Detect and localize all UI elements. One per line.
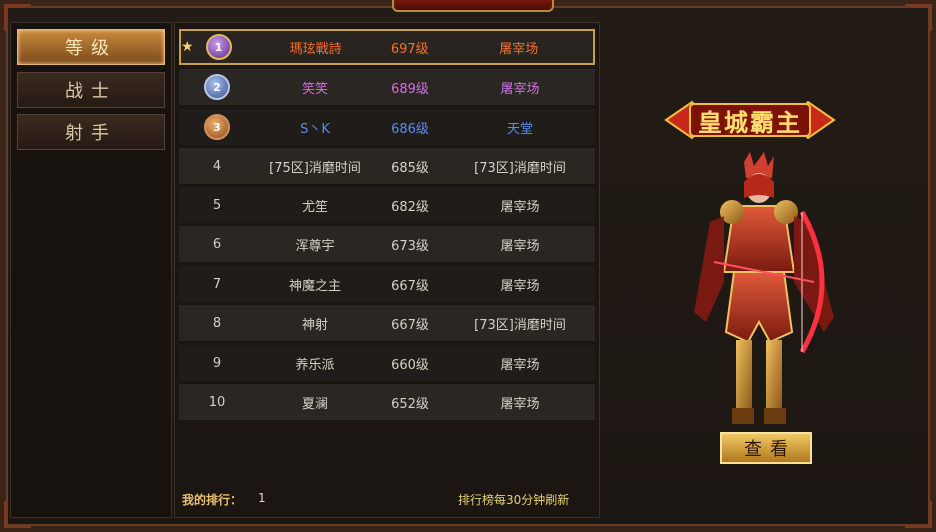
ranking-row[interactable]: ★ 1 瑪玹戰詩 697级 屠宰场 bbox=[179, 29, 595, 65]
player-server: 屠宰场 bbox=[500, 238, 540, 254]
player-level: 652级 bbox=[391, 396, 429, 412]
category-tab-level[interactable]: 等级 bbox=[17, 29, 165, 65]
gold-medal-icon: 1 bbox=[205, 34, 232, 60]
player-name: 浑尊宇 bbox=[295, 238, 335, 254]
view-button[interactable]: 查看 bbox=[720, 432, 812, 464]
player-level: 686级 bbox=[391, 121, 429, 137]
player-server: 屠宰场 bbox=[499, 41, 539, 57]
player-name: 尤笙 bbox=[301, 199, 328, 215]
silver-medal-icon: 2 bbox=[204, 74, 230, 100]
champion-title: 皇城霸主 bbox=[698, 107, 802, 137]
rank-cell: 2 bbox=[179, 74, 255, 100]
ranking-row[interactable]: 10 夏澜 652级 屠宰场 bbox=[179, 384, 595, 420]
ranking-row[interactable]: 8 神射 667级 [73区]消磨时间 bbox=[179, 305, 595, 341]
ranking-row[interactable]: 2 笑笑 689级 屠宰场 bbox=[179, 69, 595, 105]
rank-number: 7 bbox=[212, 276, 222, 292]
ranking-table: ★ 1 瑪玹戰詩 697级 屠宰场 2 笑笑 689级 屠宰场 3 S丶K 68… bbox=[174, 22, 600, 518]
player-name: 神射 bbox=[301, 317, 328, 333]
category-tab-archer[interactable]: 射手 bbox=[17, 114, 165, 150]
category-tab-warrior[interactable]: 战士 bbox=[17, 72, 165, 108]
rank-number: 6 bbox=[212, 236, 222, 252]
player-name: 笑笑 bbox=[301, 81, 328, 97]
player-name: 神魔之主 bbox=[288, 278, 341, 294]
window-title-tab bbox=[392, 0, 554, 12]
player-name: 养乐派 bbox=[295, 357, 335, 373]
player-server: 天堂 bbox=[506, 121, 533, 137]
player-level: 697级 bbox=[390, 41, 429, 57]
ranking-row[interactable]: 6 浑尊宇 673级 屠宰场 bbox=[179, 226, 595, 262]
player-level: 667级 bbox=[391, 278, 429, 294]
rank-cell: ★ 1 bbox=[181, 34, 256, 60]
my-rank-label: 我的排行： bbox=[182, 493, 243, 507]
player-name: 瑪玹戰詩 bbox=[289, 41, 342, 57]
champion-title-banner: 皇城霸主 bbox=[662, 92, 838, 148]
player-level: 667级 bbox=[391, 317, 429, 333]
player-level: 685级 bbox=[391, 160, 429, 176]
player-server: 屠宰场 bbox=[500, 357, 540, 373]
player-level: 682级 bbox=[391, 199, 429, 215]
player-name: S丶K bbox=[300, 121, 330, 137]
player-level: 660级 bbox=[391, 357, 429, 373]
rank-number: 9 bbox=[212, 355, 222, 371]
player-level: 673级 bbox=[391, 238, 429, 254]
player-level: 689级 bbox=[391, 81, 429, 97]
ranking-row[interactable]: 5 尤笙 682级 屠宰场 bbox=[179, 187, 595, 223]
my-rank-value: 1 bbox=[258, 491, 266, 505]
rank-cell: 3 bbox=[179, 114, 255, 140]
bronze-medal-icon: 3 bbox=[204, 114, 230, 140]
ranking-row[interactable]: 3 S丶K 686级 天堂 bbox=[179, 109, 595, 145]
player-name: 夏澜 bbox=[301, 396, 328, 412]
champion-character-icon bbox=[694, 152, 834, 424]
player-server: [73区]消磨时间 bbox=[474, 160, 566, 176]
rank-number: 5 bbox=[212, 197, 222, 213]
category-sidebar: 等级 战士 射手 bbox=[10, 22, 172, 518]
ranking-row[interactable]: 4 [75区]消磨时间 685级 [73区]消磨时间 bbox=[179, 148, 595, 184]
player-server: 屠宰场 bbox=[500, 278, 540, 294]
player-name: [75区]消磨时间 bbox=[269, 160, 361, 176]
ranking-row[interactable]: 9 养乐派 660级 屠宰场 bbox=[179, 345, 595, 381]
star-icon: ★ bbox=[181, 39, 194, 55]
rank-number: 10 bbox=[208, 394, 226, 410]
refresh-note: 排行榜每30分钟刷新 bbox=[458, 493, 570, 507]
rank-number: 4 bbox=[212, 158, 222, 174]
champion-panel: 皇城霸主 查看 bbox=[600, 22, 926, 516]
player-server: 屠宰场 bbox=[500, 199, 540, 215]
player-server: [73区]消磨时间 bbox=[474, 317, 566, 333]
ranking-row[interactable]: 7 神魔之主 667级 屠宰场 bbox=[179, 266, 595, 302]
player-server: 屠宰场 bbox=[500, 396, 540, 412]
rank-number: 8 bbox=[212, 315, 222, 331]
player-server: 屠宰场 bbox=[500, 81, 540, 97]
